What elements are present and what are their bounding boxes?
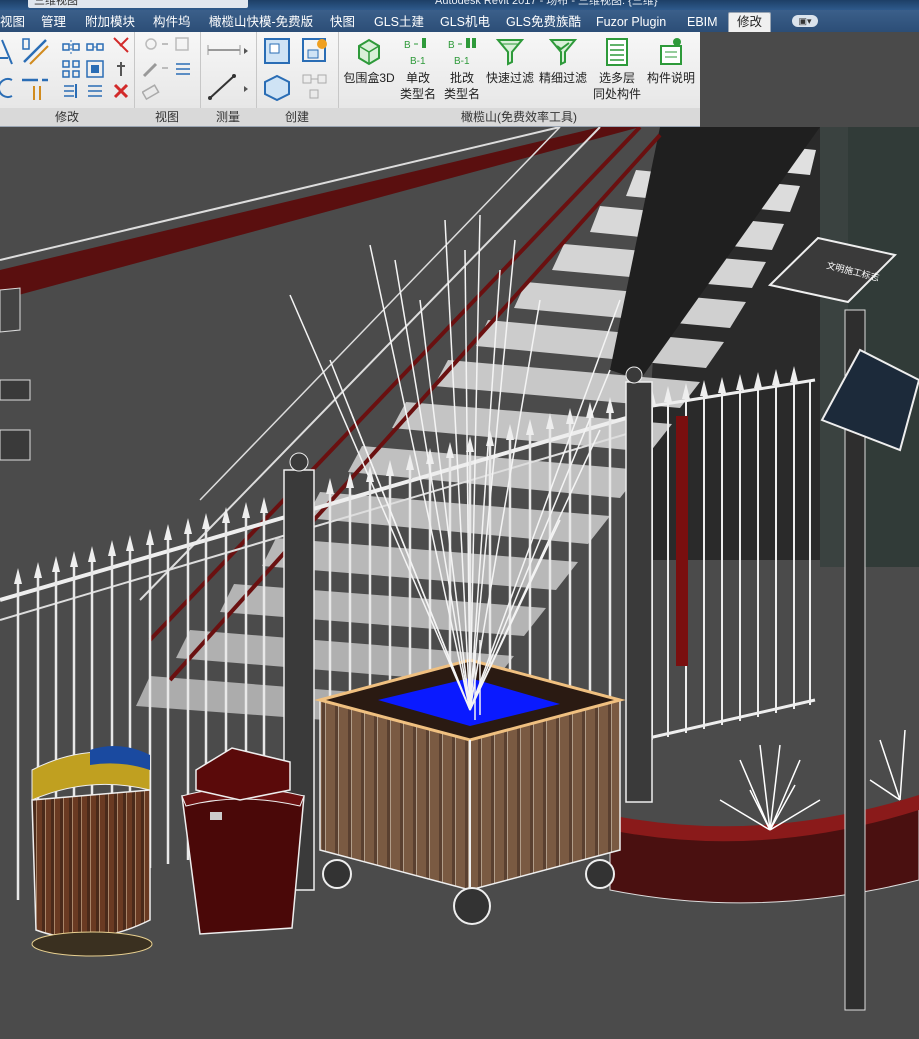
svg-text:B-1: B-1	[454, 56, 470, 67]
linework-icon[interactable]	[142, 60, 192, 78]
panel-label-view[interactable]: 视图	[134, 108, 200, 126]
tab-modify[interactable]: 修改	[728, 12, 772, 32]
panel-label-measure[interactable]: 测量	[200, 108, 256, 126]
recycling-bin[interactable]	[31, 746, 153, 957]
align-icon[interactable]	[0, 38, 14, 66]
component-info-button[interactable]: 构件说明	[644, 36, 698, 86]
app-title: Autodesk Revit 2017 - 场布 - 三维视图: {三维}	[435, 0, 658, 7]
right-wall	[820, 127, 919, 567]
quick-filter-button[interactable]: 快速过滤	[484, 36, 536, 86]
quick-filter-label: 快速过滤	[485, 71, 534, 85]
panel-measure: 测量	[200, 32, 257, 126]
rename-single-label-2: 类型名	[399, 87, 436, 101]
create-parts-icon[interactable]	[300, 36, 330, 66]
quick-filter-icon	[495, 39, 525, 66]
svg-text:B: B	[404, 40, 411, 51]
panel-create: 创建	[256, 32, 339, 126]
trash-bin[interactable]	[181, 747, 305, 935]
tab-quick-drawing[interactable]: 快图	[330, 13, 355, 32]
rename-single-label-1: 单改	[405, 71, 430, 85]
title-bar: 三维视图 Autodesk Revit 2017 - 场布 - 三维视图: {三…	[0, 0, 919, 10]
tab-ebim[interactable]: EBIM	[687, 13, 718, 32]
paint-icon[interactable]	[142, 84, 160, 102]
offset-icon[interactable]	[20, 36, 50, 66]
ribbon-minimize-toggle[interactable]: ▣▾	[792, 15, 818, 27]
tab-goujianwu[interactable]: 构件坞	[153, 13, 191, 32]
tab-gls-mep[interactable]: GLS机电	[440, 13, 490, 32]
panel-modify: 修改	[0, 32, 135, 126]
split-element-icon[interactable]	[20, 72, 50, 102]
fine-filter-button[interactable]: 精细过滤	[536, 36, 590, 86]
document-tab[interactable]: 三维视图	[28, 0, 248, 8]
component-info-label: 构件说明	[646, 71, 695, 85]
component-info-icon	[660, 38, 682, 65]
trim-icon[interactable]	[112, 36, 130, 54]
svg-text:B-1: B-1	[410, 56, 426, 67]
rename-batch-icon: B B-1	[448, 38, 476, 67]
panel-label-gls[interactable]: 橄榄山(免费效率工具)	[338, 108, 700, 126]
pin-icon[interactable]	[112, 60, 130, 78]
multi-level-select-label-2: 同处构件	[592, 87, 641, 101]
multi-level-select-button[interactable]: 选多层 同处构件	[590, 36, 644, 102]
unpin-icon[interactable]	[62, 82, 80, 100]
panel-label-create[interactable]: 创建	[256, 108, 338, 126]
scene-canvas: 文明施工标志	[0, 127, 919, 1039]
measure-between-icon[interactable]	[206, 42, 250, 58]
panel-label-modify[interactable]: 修改	[0, 108, 134, 126]
tab-manage[interactable]: 管理	[41, 13, 66, 32]
rename-single-icon: B B-1	[404, 38, 426, 67]
rename-batch-label-1: 批改	[449, 71, 474, 85]
panel-gls-efficiency: 包围盒3D B B-1 单改 类型名 B B-1 批改 类型名 快速过滤 精细过滤 …	[338, 32, 700, 126]
multi-level-select-label-1: 选多层	[598, 71, 635, 85]
tab-addins[interactable]: 附加模块	[85, 13, 135, 32]
rotate-icon[interactable]	[0, 76, 14, 100]
multi-level-select-icon	[606, 38, 628, 66]
svg-text:B: B	[448, 40, 455, 51]
mirror-axis-icon[interactable]	[62, 38, 80, 56]
ribbon-empty-area	[700, 32, 919, 126]
fine-filter-label: 精细过滤	[538, 71, 587, 85]
fine-filter-icon	[548, 39, 578, 66]
aligned-dimension-icon[interactable]	[206, 72, 250, 102]
tab-olive-quick-model[interactable]: 橄榄山快模-免费版	[209, 13, 313, 32]
array-icon[interactable]	[62, 60, 80, 78]
panel-view: 视图	[134, 32, 201, 126]
tab-fuzor-plugin[interactable]: Fuzor Plugin	[596, 13, 666, 32]
move-icon[interactable]	[86, 82, 104, 100]
tab-gls-civil[interactable]: GLS土建	[374, 13, 424, 32]
create-similar-icon[interactable]	[300, 72, 330, 102]
rename-type-single-button[interactable]: B B-1 单改 类型名	[396, 36, 440, 102]
ribbon: 修改 视图 测量 创建 包围盒3D B B-1 单改 类型名 B B-1 批改 …	[0, 32, 700, 127]
bounding-box-3d-button[interactable]: 包围盒3D	[340, 36, 398, 86]
mirror-draw-icon[interactable]	[86, 38, 104, 56]
rename-type-batch-button[interactable]: B B-1 批改 类型名	[440, 36, 484, 102]
override-graphics-icon[interactable]	[142, 36, 192, 54]
delete-icon[interactable]	[112, 82, 130, 100]
bounding-box-3d-label: 包围盒3D	[343, 71, 395, 85]
3d-viewport[interactable]: 文明施工标志	[0, 127, 919, 1039]
tab-gls-family[interactable]: GLS免费族酷	[506, 13, 581, 32]
ribbon-tab-bar: 视图 管理 附加模块 构件坞 橄榄山快模-免费版 快图 GLS土建 GLS机电 …	[0, 10, 919, 32]
scale-icon[interactable]	[86, 60, 104, 78]
create-assembly-icon[interactable]	[262, 72, 292, 102]
rename-batch-label-2: 类型名	[443, 87, 480, 101]
create-group-icon[interactable]	[262, 36, 292, 66]
tab-view[interactable]: 视图	[0, 13, 25, 32]
bounding-box-icon	[358, 38, 380, 66]
